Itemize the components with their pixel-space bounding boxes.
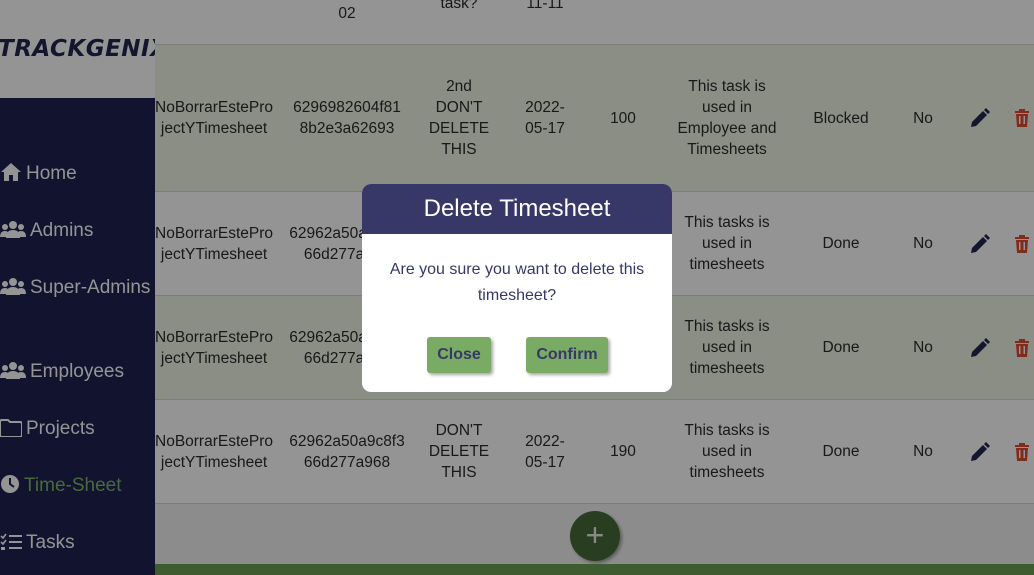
confirm-button[interactable]: Confirm [526,337,608,373]
close-button[interactable]: Close [427,337,491,373]
modal-title: Delete Timesheet [362,184,672,234]
delete-timesheet-modal: Delete Timesheet Are you sure you want t… [362,184,672,392]
modal-message: Are you sure you want to delete this tim… [389,261,645,304]
